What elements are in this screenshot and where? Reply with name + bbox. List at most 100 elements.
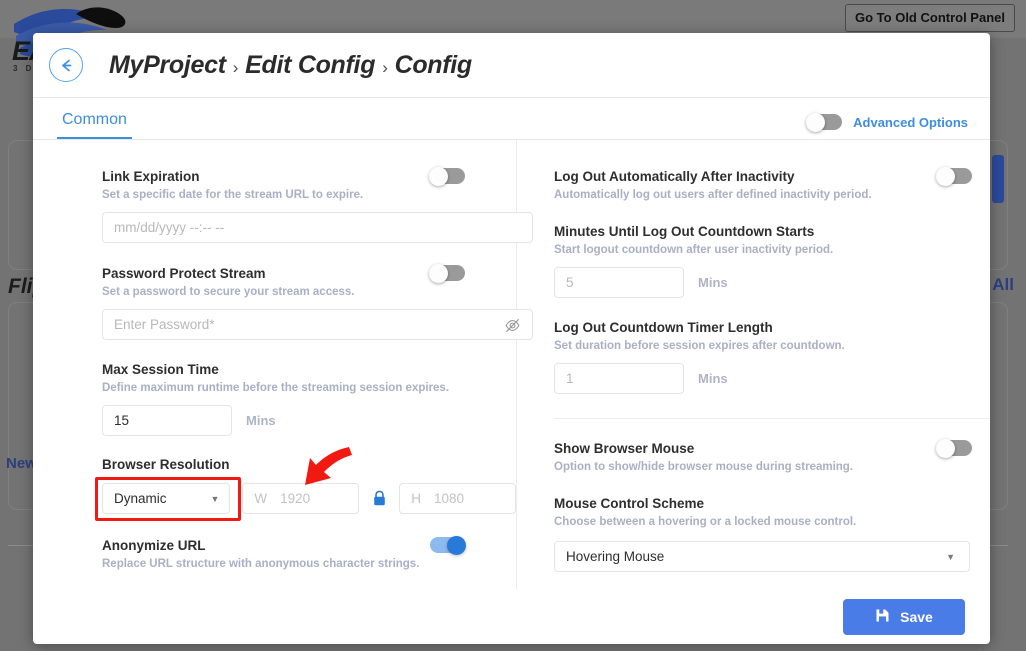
breadcrumb-separator-2: › — [382, 58, 387, 78]
minutes-until-countdown-placeholder: 5 — [566, 275, 574, 290]
arrow-left-circle-icon — [58, 57, 75, 74]
show-browser-mouse-toggle[interactable] — [937, 440, 972, 456]
lock-closed-icon[interactable] — [372, 490, 387, 507]
countdown-timer-length-input[interactable]: 1 — [554, 363, 684, 394]
max-session-time-unit: Mins — [246, 413, 276, 428]
tab-common[interactable]: Common — [57, 111, 132, 139]
minutes-until-countdown-unit: Mins — [698, 275, 728, 290]
password-input[interactable]: Enter Password* — [102, 309, 533, 340]
resolution-height-input[interactable]: H 1080 — [399, 483, 516, 514]
toggle-knob — [447, 536, 466, 555]
tab-bar: Common Advanced Options — [33, 98, 990, 140]
field-label-row: Browser Resolution — [102, 457, 516, 472]
go-to-old-control-panel-button[interactable]: Go To Old Control Panel — [845, 4, 1015, 32]
width-placeholder: 1920 — [280, 491, 310, 506]
anonymize-url-toggle[interactable] — [430, 537, 465, 553]
advanced-options-label[interactable]: Advanced Options — [853, 115, 968, 130]
anonymize-url-label: Anonymize URL — [102, 538, 206, 553]
countdown-timer-length-label: Log Out Countdown Timer Length — [554, 320, 773, 335]
breadcrumb-item-edit-config[interactable]: Edit Config — [245, 51, 375, 80]
left-settings-column: Link Expiration Set a specific date for … — [33, 140, 516, 589]
countdown-timer-length-row: 1 Mins — [554, 363, 990, 394]
modal-footer: Save — [33, 589, 990, 644]
toggle-knob — [429, 264, 448, 283]
minutes-until-countdown-label: Minutes Until Log Out Countdown Starts — [554, 224, 814, 239]
breadcrumb-item-project[interactable]: MyProject — [109, 51, 226, 80]
field-log-out-automatically: Log Out Automatically After Inactivity A… — [554, 168, 990, 201]
field-label-row: Mouse Control Scheme — [554, 496, 990, 511]
browser-resolution-label: Browser Resolution — [102, 457, 230, 472]
field-countdown-timer-length: Log Out Countdown Timer Length Set durat… — [554, 320, 990, 394]
field-label-row: Minutes Until Log Out Countdown Starts — [554, 224, 990, 239]
eye-off-icon[interactable] — [504, 317, 521, 337]
field-password-protect-stream: Password Protect Stream Set a password t… — [102, 265, 516, 340]
field-browser-resolution: Browser Resolution Dynamic ▼ W 1920 — [102, 457, 516, 514]
advanced-options-toggle[interactable] — [807, 114, 842, 130]
back-button[interactable] — [49, 48, 83, 82]
mouse-control-scheme-description: Choose between a hovering or a locked mo… — [554, 516, 990, 528]
background-primary-button[interactable] — [992, 155, 1004, 203]
mouse-control-scheme-label: Mouse Control Scheme — [554, 496, 704, 511]
field-label-row: Log Out Countdown Timer Length — [554, 320, 990, 335]
height-prefix: H — [411, 491, 421, 506]
field-anonymize-url: Anonymize URL Replace URL structure with… — [102, 537, 516, 570]
save-button-label: Save — [900, 609, 933, 625]
tab-list: Common — [57, 111, 132, 139]
modal-header: MyProject › Edit Config › Config — [33, 33, 990, 98]
minutes-until-countdown-input[interactable]: 5 — [554, 267, 684, 298]
field-show-browser-mouse: Show Browser Mouse Option to show/hide b… — [554, 440, 990, 473]
password-placeholder: Enter Password* — [114, 317, 215, 332]
modal-body: Link Expiration Set a specific date for … — [33, 140, 990, 589]
field-label-row: Anonymize URL — [102, 537, 516, 553]
field-mouse-control-scheme: Mouse Control Scheme Choose between a ho… — [554, 496, 990, 572]
browser-resolution-row: Dynamic ▼ W 1920 H — [102, 483, 516, 514]
resolution-mode-value: Dynamic — [114, 491, 167, 506]
show-browser-mouse-description: Option to show/hide browser mouse during… — [554, 461, 990, 473]
breadcrumb-separator-1: › — [233, 58, 238, 78]
save-button[interactable]: Save — [843, 599, 965, 635]
right-column-divider — [554, 418, 990, 419]
anonymize-url-description: Replace URL structure with anonymous cha… — [102, 558, 516, 570]
show-browser-mouse-label: Show Browser Mouse — [554, 441, 694, 456]
height-placeholder: 1080 — [434, 491, 464, 506]
field-label-row: Log Out Automatically After Inactivity — [554, 168, 990, 184]
log-out-automatically-toggle[interactable] — [937, 168, 972, 184]
max-session-time-value: 15 — [114, 413, 129, 428]
minutes-until-countdown-row: 5 Mins — [554, 267, 990, 298]
max-session-time-label: Max Session Time — [102, 362, 219, 377]
link-expiration-datetime-input[interactable]: mm/dd/yyyy --:-- -- — [102, 212, 533, 243]
floppy-disk-icon — [875, 608, 890, 626]
field-max-session-time: Max Session Time Define maximum runtime … — [102, 362, 516, 436]
max-session-time-row: 15 Mins — [102, 405, 516, 436]
toggle-knob — [936, 167, 955, 186]
field-label-row: Link Expiration — [102, 168, 516, 184]
resolution-mode-select[interactable]: Dynamic ▼ — [102, 483, 230, 514]
chevron-down-icon: ▼ — [946, 552, 955, 562]
background-all-link[interactable]: All — [992, 275, 1014, 295]
password-protect-toggle[interactable] — [430, 265, 465, 281]
link-expiration-placeholder: mm/dd/yyyy --:-- -- — [114, 220, 224, 235]
countdown-timer-length-placeholder: 1 — [566, 371, 574, 386]
password-protect-description: Set a password to secure your stream acc… — [102, 286, 516, 298]
field-minutes-until-countdown: Minutes Until Log Out Countdown Starts S… — [554, 224, 990, 298]
right-settings-column: Log Out Automatically After Inactivity A… — [516, 140, 990, 589]
config-modal: MyProject › Edit Config › Config Common … — [33, 33, 990, 644]
brand-logo-subtext: 3 D — [13, 64, 34, 73]
chevron-down-icon: ▼ — [210, 494, 219, 504]
toggle-knob — [806, 113, 825, 132]
minutes-until-countdown-description: Start logout countdown after user inacti… — [554, 244, 990, 256]
field-label-row: Max Session Time — [102, 362, 516, 377]
link-expiration-toggle[interactable] — [430, 168, 465, 184]
field-label-row: Show Browser Mouse — [554, 440, 990, 456]
toggle-knob — [936, 439, 955, 458]
breadcrumb: MyProject › Edit Config › Config — [109, 51, 472, 80]
resolution-width-input[interactable]: W 1920 — [242, 483, 359, 514]
mouse-control-scheme-select[interactable]: Hovering Mouse ▼ — [554, 541, 970, 572]
log-out-automatically-description: Automatically log out users after define… — [554, 189, 990, 201]
field-link-expiration: Link Expiration Set a specific date for … — [102, 168, 516, 243]
field-label-row: Password Protect Stream — [102, 265, 516, 281]
max-session-time-input[interactable]: 15 — [102, 405, 232, 436]
countdown-timer-length-unit: Mins — [698, 371, 728, 386]
width-prefix: W — [254, 491, 267, 506]
breadcrumb-item-config: Config — [395, 51, 472, 80]
